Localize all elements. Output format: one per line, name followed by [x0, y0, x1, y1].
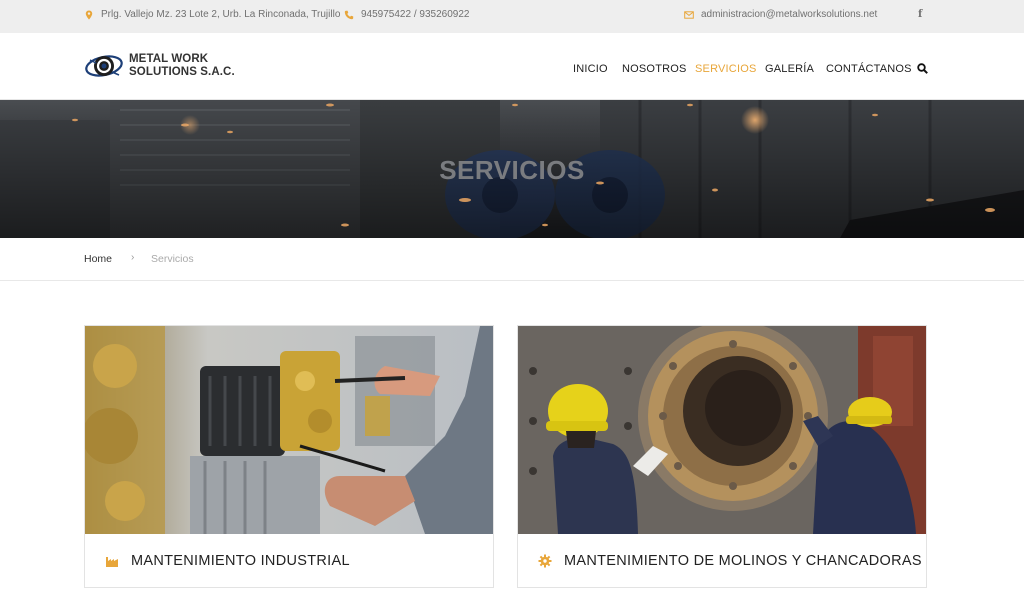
site-header: METAL WORK SOLUTIONS S.A.C. INICIO NOSOT… — [0, 33, 1024, 100]
chevron-right-icon: › — [131, 252, 135, 263]
map-marker-icon — [85, 10, 93, 19]
nav-inicio[interactable]: INICIO — [573, 63, 608, 75]
page-banner: SERVICIOS — [0, 100, 1024, 238]
email-info[interactable]: administracion@metalworksolutions.net — [684, 9, 877, 20]
phone-info[interactable]: 945975422 / 935260922 — [344, 9, 469, 20]
card-title-row: MANTENIMIENTO DE MOLINOS Y CHANCADORAS — [518, 534, 926, 587]
address-text: Prlg. Vallejo Mz. 23 Lote 2, Urb. La Rin… — [101, 9, 341, 20]
address-info: Prlg. Vallejo Mz. 23 Lote 2, Urb. La Rin… — [84, 9, 340, 20]
service-card-industrial[interactable]: MANTENIMIENTO INDUSTRIAL — [84, 325, 494, 588]
logo-line-1: METAL WORK — [129, 53, 209, 65]
nav-servicios[interactable]: SERVICIOS — [695, 63, 757, 75]
card-title[interactable]: MANTENIMIENTO INDUSTRIAL — [131, 553, 350, 569]
breadcrumb-current: Servicios — [151, 253, 194, 265]
logo-emblem-icon — [85, 55, 123, 77]
industrial-maintenance-image — [85, 326, 493, 534]
factory-icon — [106, 557, 118, 567]
nav-nosotros[interactable]: NOSOTROS — [622, 63, 687, 75]
facebook-icon[interactable]: f — [918, 9, 922, 20]
service-card-molinos[interactable]: MANTENIMIENTO DE MOLINOS Y CHANCADORAS — [517, 325, 927, 588]
card-title[interactable]: MANTENIMIENTO DE MOLINOS Y CHANCADORAS — [564, 553, 922, 569]
phone-text[interactable]: 945975422 / 935260922 — [361, 9, 469, 20]
gear-icon — [538, 554, 552, 568]
nav-galeria[interactable]: GALERÍA — [765, 63, 814, 75]
card-title-row: MANTENIMIENTO INDUSTRIAL — [85, 534, 493, 587]
search-icon[interactable] — [917, 63, 928, 74]
breadcrumb: Home › Servicios — [0, 238, 1024, 281]
email-text[interactable]: administracion@metalworksolutions.net — [701, 9, 877, 20]
top-info-bar: Prlg. Vallejo Mz. 23 Lote 2, Urb. La Rin… — [0, 0, 1024, 33]
mill-maintenance-image — [518, 326, 926, 534]
nav-contactanos[interactable]: CONTÁCTANOS — [826, 63, 912, 75]
page-title: SERVICIOS — [439, 155, 585, 185]
logo-line-2: SOLUTIONS S.A.C. — [129, 66, 235, 78]
envelope-icon — [684, 10, 694, 19]
phone-icon — [344, 10, 354, 19]
site-logo[interactable]: METAL WORK SOLUTIONS S.A.C. — [84, 51, 235, 81]
breadcrumb-home-link[interactable]: Home — [84, 253, 112, 265]
